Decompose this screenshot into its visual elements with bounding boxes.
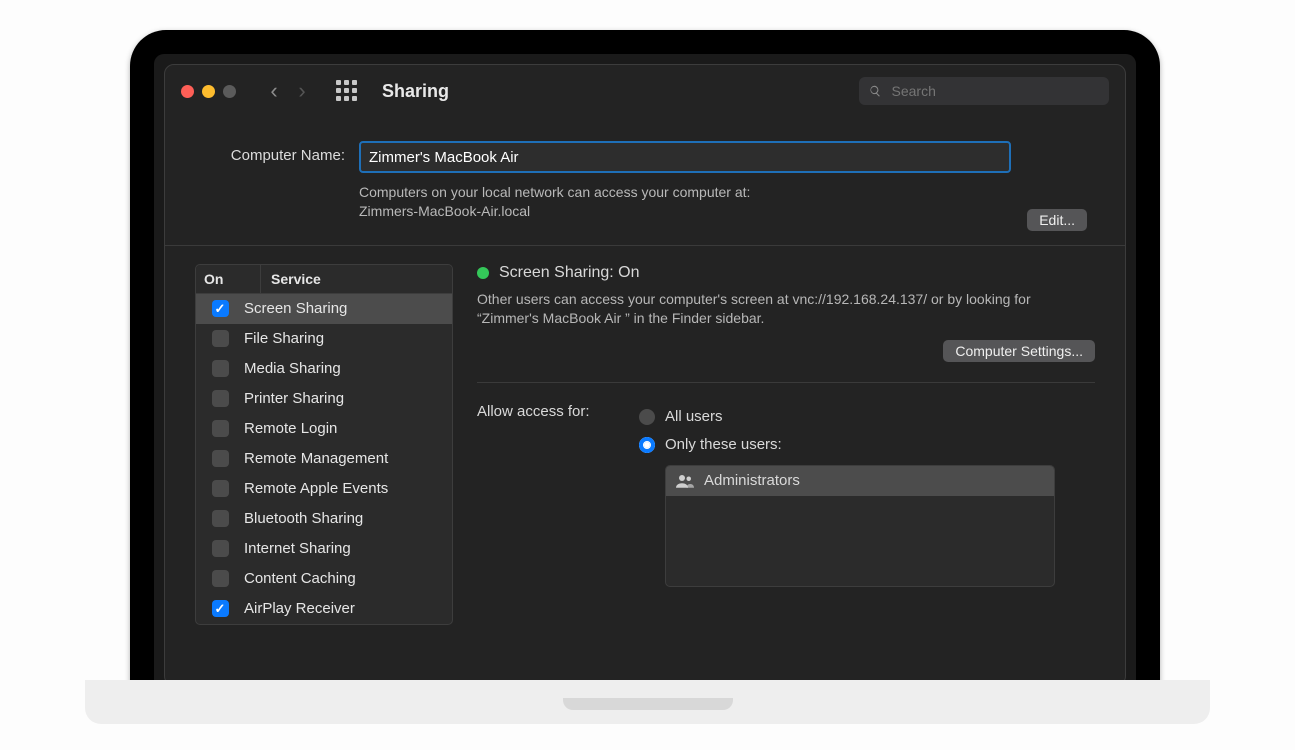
service-label: AirPlay Receiver — [244, 600, 355, 617]
all-preferences-icon[interactable] — [336, 80, 358, 102]
access-label: Allow access for: — [477, 403, 625, 587]
service-row[interactable]: AirPlay Receiver — [196, 594, 452, 624]
forward-button: › — [290, 79, 314, 103]
divider — [165, 245, 1125, 246]
computer-name-input[interactable] — [359, 141, 1011, 173]
service-checkbox[interactable] — [212, 330, 229, 347]
search-input[interactable] — [890, 82, 1099, 100]
fullscreen-icon — [223, 85, 236, 98]
users-group-icon — [676, 474, 694, 488]
service-checkbox[interactable] — [212, 420, 229, 437]
service-checkbox[interactable] — [212, 510, 229, 527]
search-icon — [869, 84, 882, 98]
services-header-service: Service — [261, 265, 331, 293]
status-label: Screen Sharing: On — [499, 264, 640, 282]
window-title: Sharing — [382, 81, 449, 102]
user-list-item[interactable]: Administrators — [666, 466, 1054, 496]
service-row[interactable]: Screen Sharing — [196, 294, 452, 324]
service-row[interactable]: File Sharing — [196, 324, 452, 354]
search-field[interactable] — [859, 77, 1109, 105]
service-row[interactable]: Internet Sharing — [196, 534, 452, 564]
service-label: Internet Sharing — [244, 540, 351, 557]
service-row[interactable]: Media Sharing — [196, 354, 452, 384]
computer-name-desc1: Computers on your local network can acce… — [359, 183, 919, 202]
service-row[interactable]: Bluetooth Sharing — [196, 504, 452, 534]
computer-settings-button[interactable]: Computer Settings... — [943, 340, 1095, 362]
status-indicator-icon — [477, 267, 489, 279]
edit-hostname-button[interactable]: Edit... — [1027, 209, 1087, 231]
service-label: Remote Login — [244, 420, 337, 437]
service-checkbox[interactable] — [212, 600, 229, 617]
service-label: Printer Sharing — [244, 390, 344, 407]
window-controls — [181, 85, 236, 98]
service-checkbox[interactable] — [212, 570, 229, 587]
radio-icon — [639, 437, 655, 453]
service-label: Screen Sharing — [244, 300, 347, 317]
service-checkbox[interactable] — [212, 540, 229, 557]
nav-arrows: ‹ › — [262, 79, 314, 103]
status-description: Other users can access your computer's s… — [477, 290, 1067, 328]
radio-only-users[interactable]: Only these users: — [639, 431, 1095, 459]
service-row[interactable]: Remote Management — [196, 444, 452, 474]
computer-name-label: Computer Name: — [195, 141, 345, 164]
service-label: Content Caching — [244, 570, 356, 587]
radio-all-users[interactable]: All users — [639, 403, 1095, 431]
user-label: Administrators — [704, 472, 800, 489]
minimize-icon[interactable] — [202, 85, 215, 98]
services-table: On Service Screen Sharing File Sharing Med… — [195, 264, 453, 625]
service-row[interactable]: Remote Apple Events — [196, 474, 452, 504]
services-header-on: On — [196, 265, 261, 293]
service-label: Remote Management — [244, 450, 388, 467]
divider — [477, 382, 1095, 383]
service-checkbox[interactable] — [212, 360, 229, 377]
service-row[interactable]: Printer Sharing — [196, 384, 452, 414]
service-detail-pane: Screen Sharing: On Other users can acces… — [477, 264, 1095, 625]
service-checkbox[interactable] — [212, 390, 229, 407]
service-label: Media Sharing — [244, 360, 341, 377]
service-checkbox[interactable] — [212, 450, 229, 467]
radio-only-label: Only these users: — [665, 436, 782, 453]
service-row[interactable]: Content Caching — [196, 564, 452, 594]
radio-all-label: All users — [665, 408, 723, 425]
sharing-preferences-window: ‹ › Sharing Computer Name: — [164, 64, 1126, 686]
service-checkbox[interactable] — [212, 480, 229, 497]
service-label: Bluetooth Sharing — [244, 510, 363, 527]
allowed-users-list[interactable]: Administrators — [665, 465, 1055, 587]
back-button[interactable]: ‹ — [262, 79, 286, 103]
window-toolbar: ‹ › Sharing — [165, 65, 1125, 117]
computer-name-desc2: Zimmers-MacBook-Air.local — [359, 202, 919, 221]
service-checkbox[interactable] — [212, 300, 229, 317]
service-label: File Sharing — [244, 330, 324, 347]
service-label: Remote Apple Events — [244, 480, 388, 497]
close-icon[interactable] — [181, 85, 194, 98]
radio-icon — [639, 409, 655, 425]
service-row[interactable]: Remote Login — [196, 414, 452, 444]
